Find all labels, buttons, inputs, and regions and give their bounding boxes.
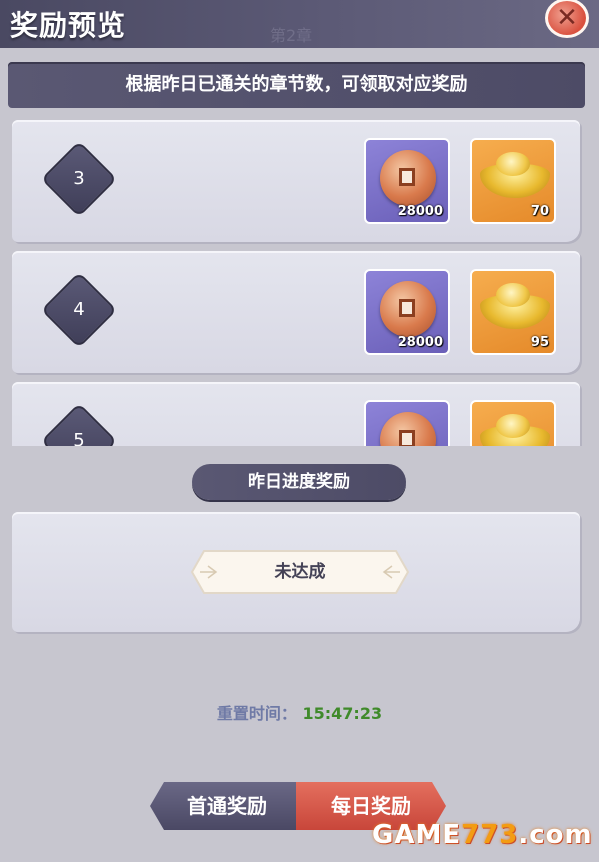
watermark-text-a: GAME (372, 820, 462, 850)
watermark-text-c: .com (518, 820, 593, 850)
chapter-number: 5 (73, 430, 85, 446)
reward-list[interactable]: 3 28000 70 4 28000 95 5 (0, 112, 599, 446)
copper-coin-icon (380, 150, 436, 206)
reward-item-coin[interactable]: 28000 (364, 138, 450, 224)
reward-item-coin[interactable]: 28000 (364, 269, 450, 355)
close-button[interactable]: ✕ (545, 0, 589, 38)
progress-section-title: 昨日进度奖励 (248, 472, 350, 492)
reward-quantity: 70 (530, 204, 549, 219)
reward-quantity: 28000 (397, 335, 443, 350)
reward-item-coin[interactable] (364, 400, 450, 446)
reward-item-ingot[interactable]: 70 (470, 138, 556, 224)
copper-coin-icon (380, 281, 436, 337)
header-bar: 第2章 奖励预览 ✕ (0, 0, 599, 48)
info-text: 根据昨日已通关的章节数，可领取对应奖励 (125, 74, 468, 95)
reward-row: 5 (12, 382, 580, 446)
reset-label: 重置时间： (216, 704, 297, 723)
copper-coin-icon (380, 412, 436, 446)
progress-section-header: 昨日进度奖励 (192, 464, 406, 500)
chapter-number: 3 (73, 168, 85, 189)
chapter-background-label: 第2章 (270, 26, 313, 45)
tab-first-clear-rewards[interactable]: 首通奖励 (150, 782, 304, 830)
reward-quantity: 28000 (397, 204, 443, 219)
status-badge: 未达成 (190, 549, 410, 595)
chapter-number: 4 (73, 299, 85, 320)
reward-quantity: 95 (530, 335, 549, 350)
reset-timer: 重置时间： 15:47:23 (0, 700, 599, 724)
watermark-text-b: 773 (461, 820, 519, 850)
reward-item-ingot[interactable]: 95 (470, 269, 556, 355)
info-banner: 根据昨日已通关的章节数，可领取对应奖励 (8, 62, 585, 108)
watermark-logo: GAME773.com (372, 820, 593, 850)
close-icon: ✕ (556, 3, 578, 33)
reward-item-ingot[interactable] (470, 400, 556, 446)
page-title: 奖励预览 (10, 9, 127, 42)
reward-row: 4 28000 95 (12, 251, 580, 373)
status-text: 未达成 (274, 562, 326, 582)
reward-row: 3 28000 70 (12, 120, 580, 242)
reset-time: 15:47:23 (302, 704, 383, 723)
